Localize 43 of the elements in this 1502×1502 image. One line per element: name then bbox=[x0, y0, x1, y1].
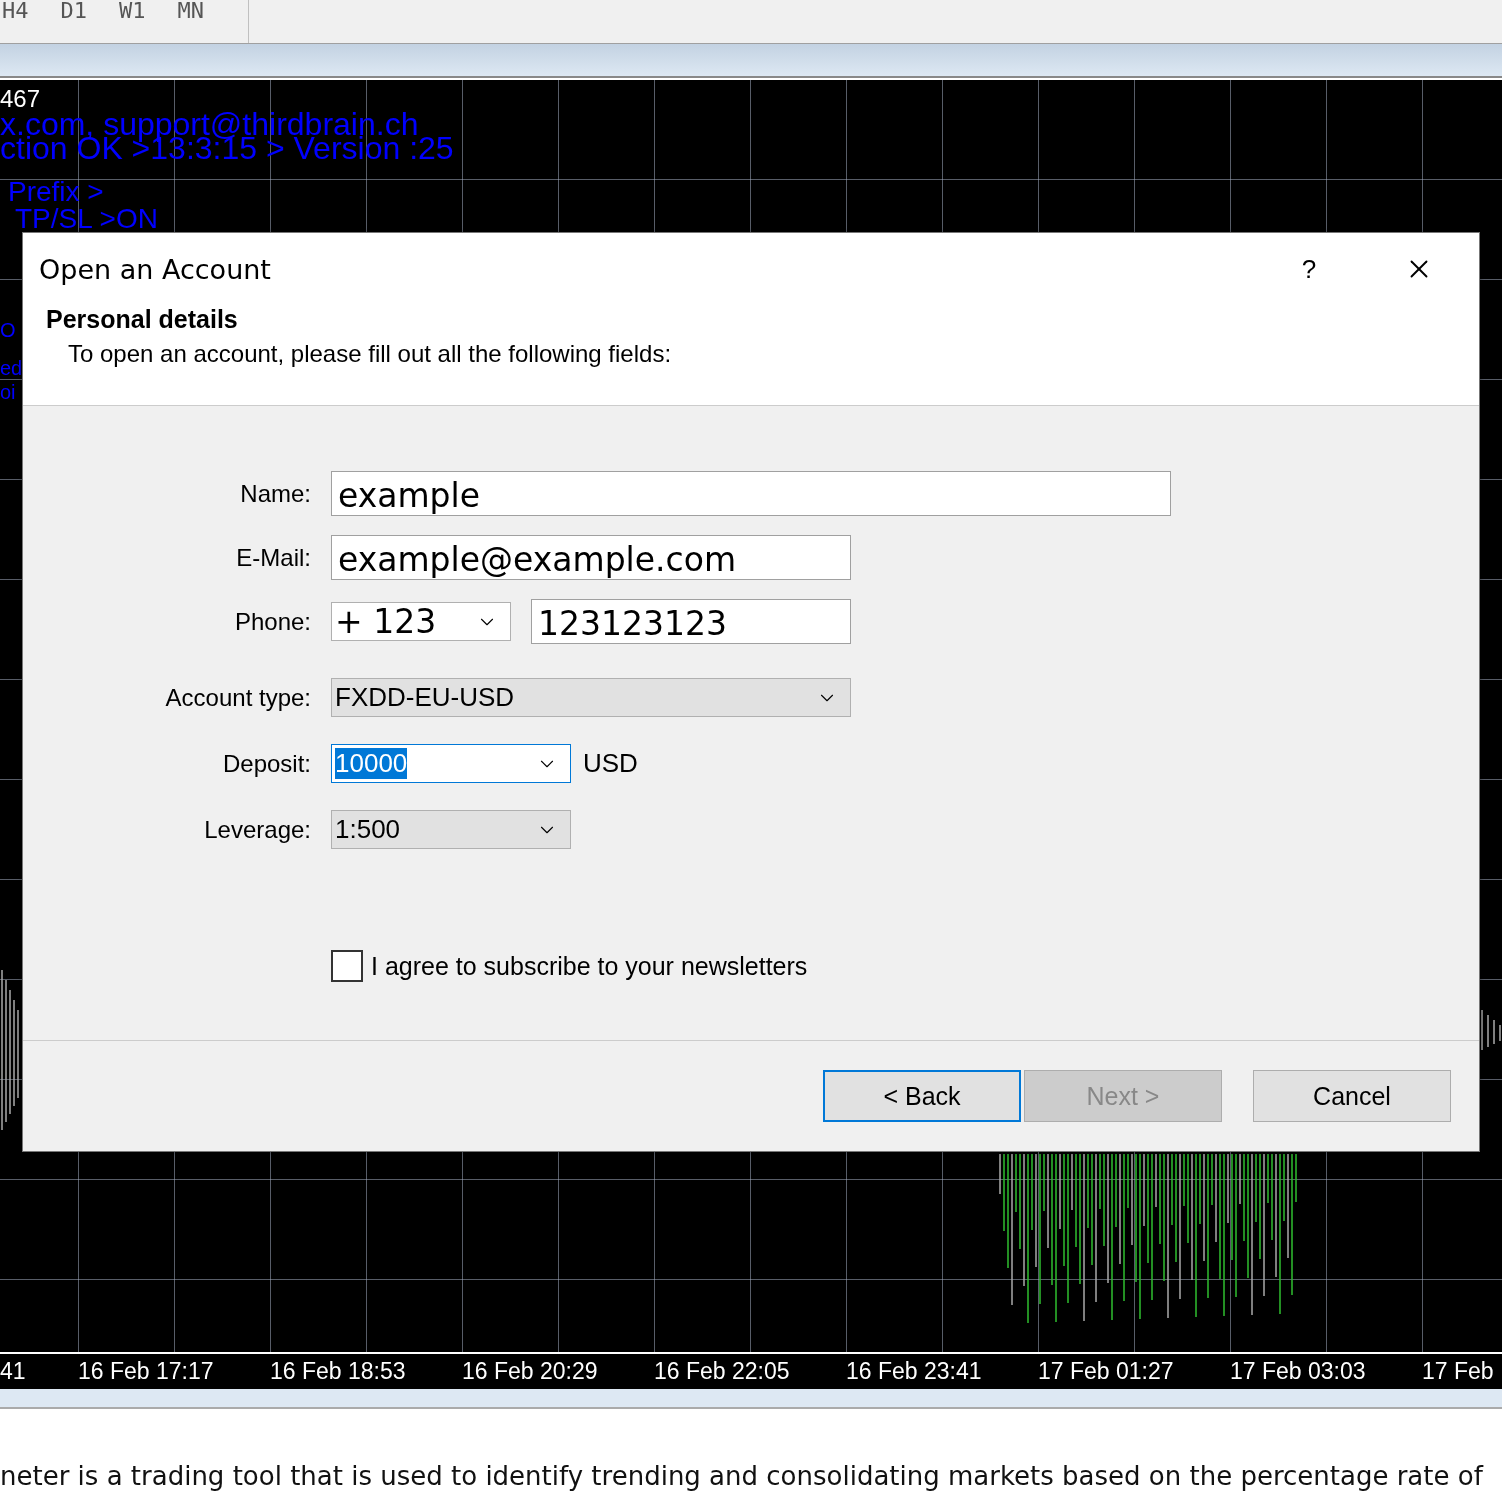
dropdown[interactable]: FXDD-EU-USD bbox=[331, 678, 851, 717]
section-title: Personal details bbox=[46, 305, 239, 334]
time-axis-label: 16 Feb 23:41 bbox=[846, 1358, 983, 1385]
timeframe-button[interactable]: H4 bbox=[2, 0, 29, 24]
dialog-title: Open an Account bbox=[39, 253, 272, 285]
timeframe-button[interactable]: W1 bbox=[119, 0, 146, 24]
phone-field[interactable]: 123123123 bbox=[531, 599, 851, 644]
dropdown[interactable]: 1:500 bbox=[331, 810, 571, 849]
time-axis-label: 17 Feb bbox=[1422, 1358, 1495, 1385]
checkbox-label: I agree to subscribe to your newsletters bbox=[371, 951, 808, 981]
chart-text: Prefix > bbox=[8, 178, 104, 206]
field-label: E-Mail: bbox=[235, 543, 311, 572]
time-axis-label: 17 Feb 01:27 bbox=[1038, 1358, 1175, 1385]
deposit-combo[interactable]: 10000 bbox=[331, 744, 571, 783]
field-label: Leverage: bbox=[203, 815, 311, 844]
field-label: Phone: bbox=[233, 607, 311, 636]
field-label: Account type: bbox=[164, 683, 311, 712]
chart-text: oi bbox=[0, 382, 16, 402]
field-label: Deposit: bbox=[221, 749, 311, 778]
time-axis-label: 16 Feb 17:17 bbox=[78, 1358, 215, 1385]
newsletter-checkbox[interactable] bbox=[331, 950, 363, 982]
time-axis-label: 41 bbox=[0, 1358, 27, 1385]
chart-text: TP/SL >ON bbox=[15, 205, 158, 233]
help-button[interactable]: ? bbox=[1289, 252, 1329, 286]
timeframe-button[interactable]: D1 bbox=[60, 0, 87, 24]
field-label: Name: bbox=[239, 479, 311, 508]
horizontal-scrollbar[interactable] bbox=[0, 1389, 1502, 1409]
dialog-button[interactable]: < Back bbox=[823, 1070, 1021, 1122]
article-text: neter is a trading tool that is used to identify trending and consolidating markets based on the percentage rate of bbox=[0, 1461, 1483, 1491]
text-field[interactable]: example@example.com bbox=[331, 535, 851, 580]
chart-text: 467 bbox=[0, 87, 41, 111]
timeframe-button[interactable]: MN bbox=[177, 0, 204, 24]
text-field[interactable]: example bbox=[331, 471, 1171, 516]
currency-label: USD bbox=[583, 748, 638, 779]
chart-text: O bbox=[0, 320, 16, 340]
chart-text: ed bbox=[0, 358, 23, 378]
country-code-dropdown[interactable]: + 123 bbox=[331, 602, 511, 641]
time-axis-label: 16 Feb 20:29 bbox=[462, 1358, 599, 1385]
time-axis-label: 16 Feb 22:05 bbox=[654, 1358, 791, 1385]
time-axis-label: 16 Feb 18:53 bbox=[270, 1358, 407, 1385]
dialog-button[interactable]: Cancel bbox=[1253, 1070, 1451, 1122]
time-axis-label: 17 Feb 03:03 bbox=[1230, 1358, 1367, 1385]
section-hint: To open an account, please fill out all the following fields: bbox=[68, 340, 673, 368]
